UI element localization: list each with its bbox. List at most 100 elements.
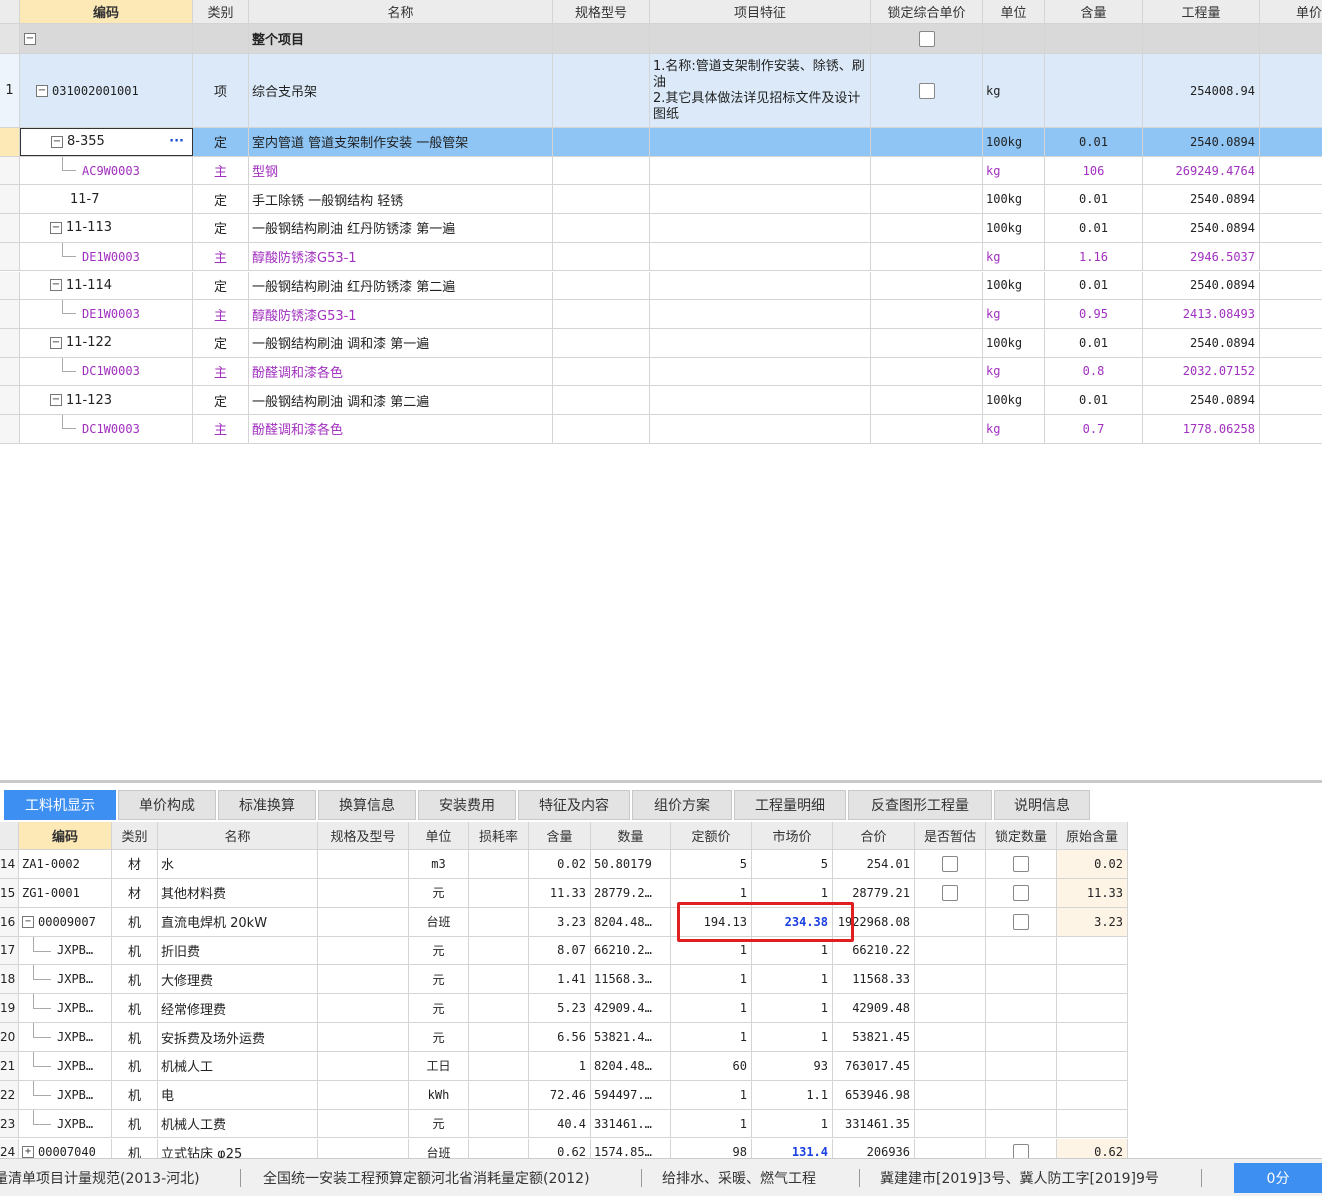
quota-code[interactable]: −11-114 <box>20 271 193 300</box>
status-spec[interactable]: 量清单项目计量规范(2013-河北) <box>0 1159 200 1197</box>
item-code[interactable]: 031002001001 <box>52 84 139 98</box>
res-name[interactable]: 机械人工费 <box>158 1109 318 1138</box>
res-code[interactable]: −00009007 <box>19 907 112 936</box>
quota-name[interactable]: 一般钢结构刷油 红丹防锈漆 第一遍 <box>249 214 553 242</box>
tab-4[interactable]: 安装费用 <box>418 790 516 820</box>
quota-name[interactable]: 室内管道 管道支架制作安装 一般管架 <box>249 128 553 156</box>
quota-type[interactable]: 定 <box>193 214 249 242</box>
quota-unit[interactable]: kg <box>983 242 1045 271</box>
header-name[interactable]: 名称 <box>249 0 553 23</box>
header-feature[interactable]: 项目特征 <box>650 0 871 23</box>
resource-row[interactable]: 17 JXPB… 机折旧费元 8.07 66210.2… 1 1 66210.22 <box>0 936 1128 966</box>
res-content[interactable]: 0.02 <box>529 850 591 878</box>
material-row[interactable]: DC1W0003 主酚醛调和漆各色 kg 0.7 1778.06258 <box>0 415 1322 444</box>
quota-type[interactable]: 主 <box>193 156 249 185</box>
tab-1[interactable]: 单价构成 <box>118 790 216 820</box>
tab-5[interactable]: 特征及内容 <box>518 790 630 820</box>
more-options-icon[interactable]: ··· <box>169 134 184 149</box>
header-code[interactable]: 编码 <box>20 0 193 23</box>
resource-row[interactable]: 14 ZA1-0002 材水 m3 0.02 50.80179 5 5 254.01 0.02 <box>0 850 1128 879</box>
quota-code[interactable]: 11-7 <box>20 185 193 214</box>
bheader-total[interactable]: 合价 <box>833 822 915 849</box>
res-name[interactable]: 直流电焊机 20kW <box>158 907 318 936</box>
res-quota-price[interactable]: 60 <box>671 1051 752 1080</box>
collapse-icon[interactable]: − <box>50 279 62 292</box>
header-type[interactable]: 类别 <box>193 0 249 23</box>
quota-unit[interactable]: 100kg <box>983 128 1045 156</box>
bill-item-row[interactable]: 1 −031002001001 项 综合支吊架 1.名称:管道支架制作安装、除锈… <box>0 54 1322 128</box>
item-name[interactable]: 综合支吊架 <box>249 54 553 127</box>
res-code[interactable]: +00007040 <box>19 1138 112 1158</box>
res-market-price[interactable]: 1 <box>752 965 833 994</box>
bheader-estimate[interactable]: 是否暂估 <box>915 822 986 849</box>
res-market-price[interactable]: 1 <box>752 1023 833 1051</box>
quota-code[interactable]: −8-355 ··· <box>20 128 193 156</box>
quota-quantity[interactable]: 2413.08493 <box>1143 300 1260 328</box>
header-spec[interactable]: 规格型号 <box>553 0 650 23</box>
quota-content[interactable]: 0.01 <box>1045 185 1143 214</box>
res-content[interactable]: 1 <box>529 1051 591 1080</box>
collapse-icon[interactable]: − <box>51 135 63 148</box>
quota-content[interactable]: 0.01 <box>1045 214 1143 242</box>
header-lock-price[interactable]: 锁定综合单价 <box>871 0 983 23</box>
quota-code[interactable]: DE1W0003 <box>20 242 193 271</box>
bheader-name[interactable]: 名称 <box>158 822 318 849</box>
quota-name[interactable]: 一般钢结构刷油 调和漆 第二遍 <box>249 386 553 414</box>
header-unit[interactable]: 单位 <box>983 0 1045 23</box>
quota-code[interactable]: −11-122 <box>20 328 193 357</box>
panel-splitter[interactable] <box>0 780 1322 783</box>
res-code[interactable]: JXPB… <box>19 936 112 965</box>
res-code[interactable]: JXPB… <box>19 1080 112 1109</box>
res-quota-price[interactable]: 1 <box>671 1023 752 1051</box>
quota-unit[interactable]: kg <box>983 415 1045 443</box>
status-discipline[interactable]: 给排水、采暖、燃气工程 <box>662 1159 816 1197</box>
res-amount[interactable]: 8204.48… <box>591 1051 671 1080</box>
quota-quantity[interactable]: 1778.06258 <box>1143 415 1260 443</box>
item-quantity[interactable]: 254008.94 <box>1143 54 1260 127</box>
quota-content[interactable]: 1.16 <box>1045 242 1143 271</box>
collapse-icon[interactable]: − <box>50 336 62 349</box>
quota-content[interactable]: 0.01 <box>1045 386 1143 414</box>
resource-row[interactable]: 22 JXPB… 机电 kWh 72.46 594497.… 1 1.1 653946.98 <box>0 1080 1128 1110</box>
res-market-price[interactable]: 93 <box>752 1051 833 1080</box>
quota-unit[interactable]: 100kg <box>983 214 1045 242</box>
res-amount[interactable]: 11568.3… <box>591 965 671 994</box>
quota-content[interactable]: 0.7 <box>1045 415 1143 443</box>
quota-unit[interactable]: kg <box>983 357 1045 386</box>
res-amount[interactable]: 42909.4… <box>591 994 671 1023</box>
res-quota-price[interactable]: 1 <box>671 1109 752 1138</box>
quota-quantity[interactable]: 2540.0894 <box>1143 128 1260 156</box>
header-content[interactable]: 含量 <box>1045 0 1143 23</box>
res-name[interactable]: 电 <box>158 1080 318 1109</box>
quota-quantity[interactable]: 2032.07152 <box>1143 357 1260 386</box>
res-code[interactable]: JXPB… <box>19 1023 112 1051</box>
quota-quantity[interactable]: 269249.4764 <box>1143 156 1260 185</box>
res-content[interactable]: 3.23 <box>529 907 591 936</box>
res-code[interactable]: JXPB… <box>19 965 112 994</box>
collapse-icon[interactable]: − <box>36 84 48 97</box>
quota-type[interactable]: 定 <box>193 185 249 214</box>
res-market-price[interactable]: 5 <box>752 850 833 878</box>
quota-unit[interactable]: 100kg <box>983 271 1045 300</box>
res-amount[interactable]: 1574.85… <box>591 1138 671 1158</box>
quota-unit[interactable]: 100kg <box>983 386 1045 414</box>
bheader-lock-qty[interactable]: 锁定数量 <box>986 822 1057 849</box>
tab-0[interactable]: 工料机显示 <box>4 790 116 820</box>
bheader-loss[interactable]: 损耗率 <box>469 822 529 849</box>
quota-unit[interactable]: kg <box>983 300 1045 328</box>
res-name[interactable]: 立式钻床 φ25 <box>158 1138 318 1158</box>
res-amount[interactable]: 50.80179 <box>591 850 671 878</box>
res-amount[interactable]: 594497.… <box>591 1080 671 1109</box>
quota-unit[interactable]: 100kg <box>983 328 1045 357</box>
bheader-type[interactable]: 类别 <box>112 822 158 849</box>
res-quota-price[interactable]: 1 <box>671 994 752 1023</box>
res-quota-price[interactable]: 5 <box>671 850 752 878</box>
res-quota-price[interactable]: 1 <box>671 1080 752 1109</box>
quota-quantity[interactable]: 2946.5037 <box>1143 242 1260 271</box>
quota-type[interactable]: 主 <box>193 300 249 328</box>
quota-content[interactable]: 0.01 <box>1045 128 1143 156</box>
res-market-price[interactable]: 131.4 <box>752 1138 833 1158</box>
material-row[interactable]: DC1W0003 主酚醛调和漆各色 kg 0.8 2032.07152 <box>0 357 1322 387</box>
res-content[interactable]: 40.4 <box>529 1109 591 1138</box>
bheader-content[interactable]: 含量 <box>529 822 591 849</box>
